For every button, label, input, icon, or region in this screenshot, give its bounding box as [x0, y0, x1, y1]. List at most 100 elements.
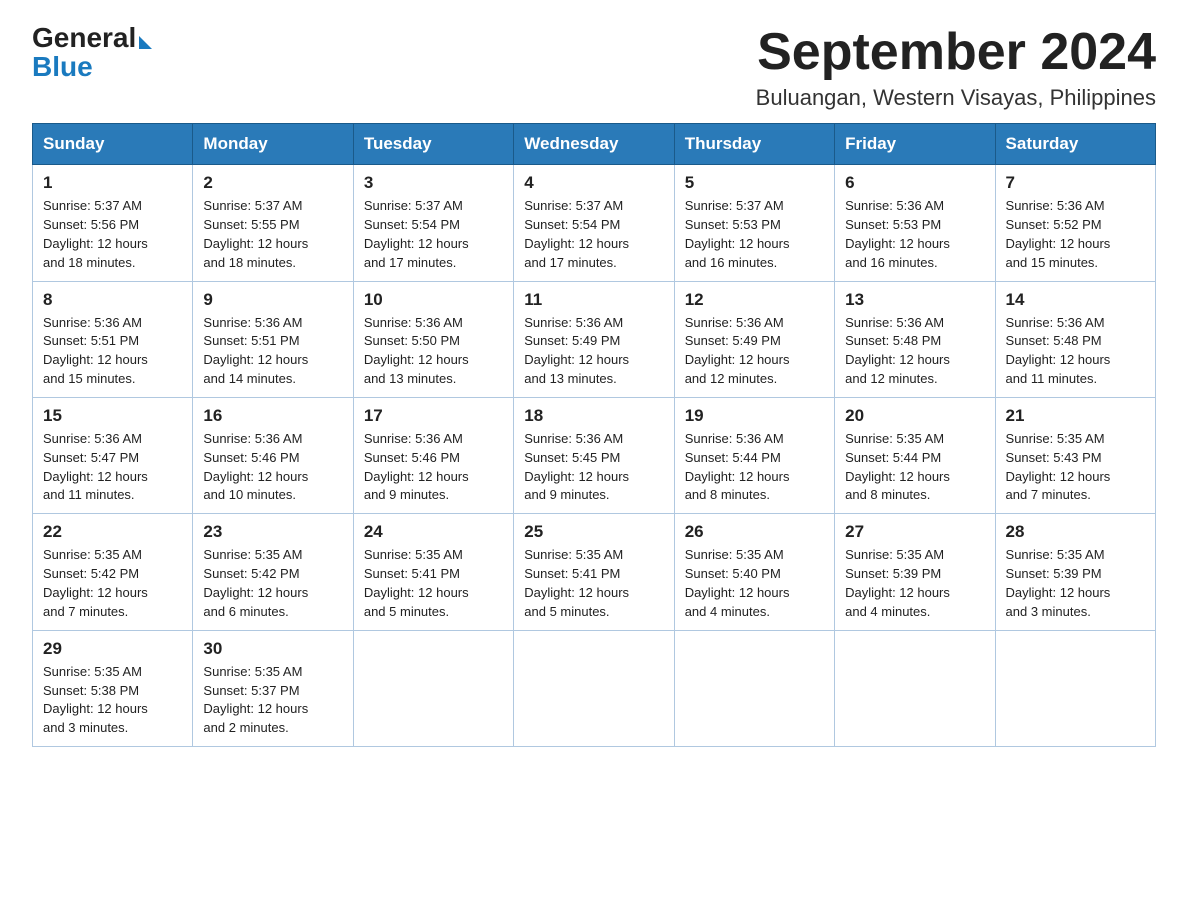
weekday-header-monday: Monday — [193, 124, 353, 165]
weekday-header-tuesday: Tuesday — [353, 124, 513, 165]
day-info: Sunrise: 5:36 AMSunset: 5:52 PMDaylight:… — [1006, 197, 1145, 272]
weekday-header-row: SundayMondayTuesdayWednesdayThursdayFrid… — [33, 124, 1156, 165]
day-info: Sunrise: 5:37 AMSunset: 5:54 PMDaylight:… — [364, 197, 503, 272]
day-info: Sunrise: 5:37 AMSunset: 5:54 PMDaylight:… — [524, 197, 663, 272]
calendar-day-cell: 17 Sunrise: 5:36 AMSunset: 5:46 PMDaylig… — [353, 397, 513, 513]
day-number: 26 — [685, 522, 824, 542]
calendar-week-row: 29 Sunrise: 5:35 AMSunset: 5:38 PMDaylig… — [33, 630, 1156, 746]
weekday-header-thursday: Thursday — [674, 124, 834, 165]
calendar-day-cell — [835, 630, 995, 746]
day-info: Sunrise: 5:36 AMSunset: 5:51 PMDaylight:… — [43, 314, 182, 389]
calendar-day-cell: 5 Sunrise: 5:37 AMSunset: 5:53 PMDayligh… — [674, 165, 834, 281]
calendar-day-cell: 11 Sunrise: 5:36 AMSunset: 5:49 PMDaylig… — [514, 281, 674, 397]
day-info: Sunrise: 5:36 AMSunset: 5:46 PMDaylight:… — [364, 430, 503, 505]
day-info: Sunrise: 5:37 AMSunset: 5:55 PMDaylight:… — [203, 197, 342, 272]
day-info: Sunrise: 5:36 AMSunset: 5:47 PMDaylight:… — [43, 430, 182, 505]
calendar-week-row: 8 Sunrise: 5:36 AMSunset: 5:51 PMDayligh… — [33, 281, 1156, 397]
calendar-day-cell — [674, 630, 834, 746]
day-info: Sunrise: 5:36 AMSunset: 5:49 PMDaylight:… — [685, 314, 824, 389]
calendar-day-cell: 15 Sunrise: 5:36 AMSunset: 5:47 PMDaylig… — [33, 397, 193, 513]
day-number: 2 — [203, 173, 342, 193]
day-number: 7 — [1006, 173, 1145, 193]
title-block: September 2024 Buluangan, Western Visaya… — [756, 24, 1156, 111]
calendar-day-cell: 4 Sunrise: 5:37 AMSunset: 5:54 PMDayligh… — [514, 165, 674, 281]
logo-triangle-icon — [139, 36, 152, 49]
logo-general-text: General — [32, 24, 136, 52]
calendar-day-cell: 24 Sunrise: 5:35 AMSunset: 5:41 PMDaylig… — [353, 514, 513, 630]
calendar-day-cell: 7 Sunrise: 5:36 AMSunset: 5:52 PMDayligh… — [995, 165, 1155, 281]
day-number: 15 — [43, 406, 182, 426]
day-number: 20 — [845, 406, 984, 426]
calendar-day-cell: 6 Sunrise: 5:36 AMSunset: 5:53 PMDayligh… — [835, 165, 995, 281]
calendar-day-cell: 9 Sunrise: 5:36 AMSunset: 5:51 PMDayligh… — [193, 281, 353, 397]
day-info: Sunrise: 5:35 AMSunset: 5:39 PMDaylight:… — [845, 546, 984, 621]
day-number: 18 — [524, 406, 663, 426]
day-number: 9 — [203, 290, 342, 310]
calendar-day-cell: 13 Sunrise: 5:36 AMSunset: 5:48 PMDaylig… — [835, 281, 995, 397]
calendar-week-row: 15 Sunrise: 5:36 AMSunset: 5:47 PMDaylig… — [33, 397, 1156, 513]
day-info: Sunrise: 5:37 AMSunset: 5:56 PMDaylight:… — [43, 197, 182, 272]
calendar-day-cell: 19 Sunrise: 5:36 AMSunset: 5:44 PMDaylig… — [674, 397, 834, 513]
calendar-week-row: 22 Sunrise: 5:35 AMSunset: 5:42 PMDaylig… — [33, 514, 1156, 630]
day-number: 24 — [364, 522, 503, 542]
calendar-day-cell: 10 Sunrise: 5:36 AMSunset: 5:50 PMDaylig… — [353, 281, 513, 397]
day-info: Sunrise: 5:35 AMSunset: 5:40 PMDaylight:… — [685, 546, 824, 621]
calendar-week-row: 1 Sunrise: 5:37 AMSunset: 5:56 PMDayligh… — [33, 165, 1156, 281]
calendar-day-cell — [353, 630, 513, 746]
calendar-day-cell: 18 Sunrise: 5:36 AMSunset: 5:45 PMDaylig… — [514, 397, 674, 513]
day-info: Sunrise: 5:36 AMSunset: 5:45 PMDaylight:… — [524, 430, 663, 505]
day-number: 30 — [203, 639, 342, 659]
weekday-header-wednesday: Wednesday — [514, 124, 674, 165]
day-info: Sunrise: 5:35 AMSunset: 5:44 PMDaylight:… — [845, 430, 984, 505]
logo-blue-text: Blue — [32, 52, 93, 83]
calendar-day-cell: 3 Sunrise: 5:37 AMSunset: 5:54 PMDayligh… — [353, 165, 513, 281]
calendar-day-cell: 30 Sunrise: 5:35 AMSunset: 5:37 PMDaylig… — [193, 630, 353, 746]
day-info: Sunrise: 5:36 AMSunset: 5:48 PMDaylight:… — [1006, 314, 1145, 389]
calendar-day-cell: 16 Sunrise: 5:36 AMSunset: 5:46 PMDaylig… — [193, 397, 353, 513]
page-subtitle: Buluangan, Western Visayas, Philippines — [756, 85, 1156, 111]
day-number: 28 — [1006, 522, 1145, 542]
day-info: Sunrise: 5:36 AMSunset: 5:50 PMDaylight:… — [364, 314, 503, 389]
day-info: Sunrise: 5:36 AMSunset: 5:48 PMDaylight:… — [845, 314, 984, 389]
calendar-day-cell: 8 Sunrise: 5:36 AMSunset: 5:51 PMDayligh… — [33, 281, 193, 397]
calendar-day-cell: 23 Sunrise: 5:35 AMSunset: 5:42 PMDaylig… — [193, 514, 353, 630]
day-info: Sunrise: 5:35 AMSunset: 5:37 PMDaylight:… — [203, 663, 342, 738]
day-info: Sunrise: 5:35 AMSunset: 5:42 PMDaylight:… — [203, 546, 342, 621]
calendar-day-cell — [995, 630, 1155, 746]
day-info: Sunrise: 5:35 AMSunset: 5:42 PMDaylight:… — [43, 546, 182, 621]
day-number: 16 — [203, 406, 342, 426]
day-number: 22 — [43, 522, 182, 542]
weekday-header-friday: Friday — [835, 124, 995, 165]
day-number: 23 — [203, 522, 342, 542]
day-number: 4 — [524, 173, 663, 193]
day-number: 13 — [845, 290, 984, 310]
calendar-day-cell: 1 Sunrise: 5:37 AMSunset: 5:56 PMDayligh… — [33, 165, 193, 281]
day-number: 8 — [43, 290, 182, 310]
calendar-day-cell: 28 Sunrise: 5:35 AMSunset: 5:39 PMDaylig… — [995, 514, 1155, 630]
calendar-day-cell: 14 Sunrise: 5:36 AMSunset: 5:48 PMDaylig… — [995, 281, 1155, 397]
day-number: 19 — [685, 406, 824, 426]
day-info: Sunrise: 5:35 AMSunset: 5:41 PMDaylight:… — [364, 546, 503, 621]
day-number: 27 — [845, 522, 984, 542]
day-number: 25 — [524, 522, 663, 542]
calendar-day-cell: 21 Sunrise: 5:35 AMSunset: 5:43 PMDaylig… — [995, 397, 1155, 513]
calendar-day-cell: 29 Sunrise: 5:35 AMSunset: 5:38 PMDaylig… — [33, 630, 193, 746]
day-info: Sunrise: 5:35 AMSunset: 5:41 PMDaylight:… — [524, 546, 663, 621]
calendar-day-cell: 26 Sunrise: 5:35 AMSunset: 5:40 PMDaylig… — [674, 514, 834, 630]
weekday-header-sunday: Sunday — [33, 124, 193, 165]
weekday-header-saturday: Saturday — [995, 124, 1155, 165]
day-info: Sunrise: 5:36 AMSunset: 5:53 PMDaylight:… — [845, 197, 984, 272]
day-info: Sunrise: 5:36 AMSunset: 5:46 PMDaylight:… — [203, 430, 342, 505]
calendar-day-cell: 2 Sunrise: 5:37 AMSunset: 5:55 PMDayligh… — [193, 165, 353, 281]
page-header: General Blue September 2024 Buluangan, W… — [32, 24, 1156, 111]
calendar-day-cell: 20 Sunrise: 5:35 AMSunset: 5:44 PMDaylig… — [835, 397, 995, 513]
day-number: 3 — [364, 173, 503, 193]
day-info: Sunrise: 5:36 AMSunset: 5:44 PMDaylight:… — [685, 430, 824, 505]
day-number: 21 — [1006, 406, 1145, 426]
calendar-table: SundayMondayTuesdayWednesdayThursdayFrid… — [32, 123, 1156, 747]
calendar-day-cell: 12 Sunrise: 5:36 AMSunset: 5:49 PMDaylig… — [674, 281, 834, 397]
calendar-day-cell: 27 Sunrise: 5:35 AMSunset: 5:39 PMDaylig… — [835, 514, 995, 630]
day-info: Sunrise: 5:36 AMSunset: 5:51 PMDaylight:… — [203, 314, 342, 389]
day-number: 5 — [685, 173, 824, 193]
calendar-day-cell — [514, 630, 674, 746]
